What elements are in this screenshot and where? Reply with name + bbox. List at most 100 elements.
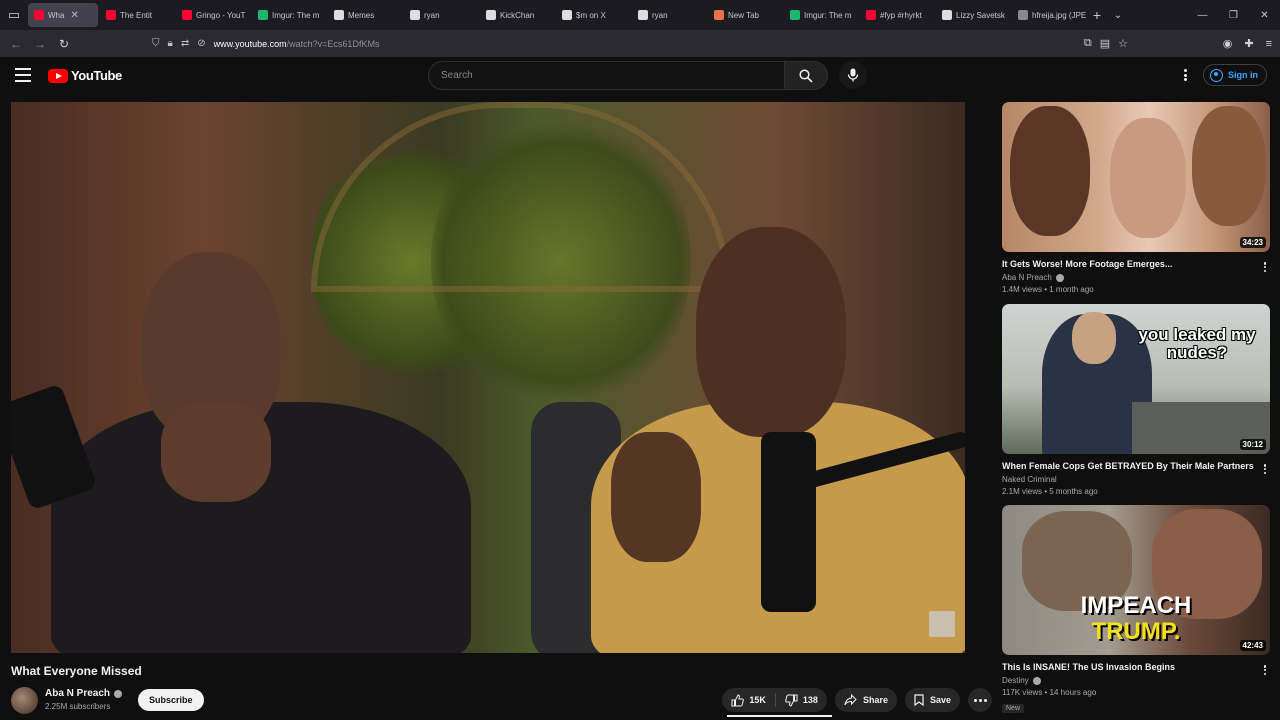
back-icon[interactable]: ← (4, 32, 28, 56)
picture-in-picture-icon[interactable]: ⧉ (1084, 37, 1092, 50)
browser-tab[interactable]: New Tab (708, 3, 782, 27)
video-person-right-hand (611, 432, 701, 562)
voice-search-button[interactable] (839, 61, 867, 89)
autoplay-blocked-icon[interactable]: ⊘ (197, 38, 205, 49)
recommendation-channel-row: Destiny (1002, 676, 1270, 685)
like-count: 15K (749, 695, 766, 705)
tracking-protection-icon[interactable]: ⛉ (152, 38, 160, 49)
close-tab-icon[interactable]: ✕ (70, 10, 78, 21)
recommendation-item[interactable]: 34:23 It Gets Worse! More Footage Emerge… (1002, 102, 1270, 294)
reader-view-icon[interactable]: ▤ (1100, 37, 1110, 50)
browser-tab[interactable]: Wha ✕ (28, 3, 98, 27)
recommendation-thumbnail[interactable]: you leaked my nudes? 30:12 (1002, 304, 1270, 454)
browser-tab[interactable]: KickChan (480, 3, 554, 27)
search-button[interactable] (785, 61, 828, 90)
search-icon (799, 68, 813, 83)
lock-icon[interactable]: 🔒︎ (168, 38, 173, 49)
tab-favicon-icon (638, 10, 648, 20)
thumb-officer-head (1072, 312, 1116, 364)
video-duration: 34:23 (1239, 237, 1266, 248)
browser-tab[interactable]: ryan (632, 3, 706, 27)
channel-name-row[interactable]: Aba N Preach (45, 688, 123, 699)
channel-avatar[interactable] (11, 687, 38, 714)
channel-watermark[interactable] (929, 611, 955, 637)
youtube-logo[interactable]: YouTube (48, 68, 122, 83)
guide-menu-icon[interactable] (15, 68, 31, 82)
address-bar[interactable]: ⛉ 🔒︎ ⇄ ⊘ www.youtube.com/watch?v=Ecs61Df… (152, 33, 1132, 54)
recommendation-item[interactable]: IMPEACH TRUMP. 42:43 This Is INSANE! The… (1002, 505, 1270, 715)
forward-icon[interactable]: → (28, 32, 52, 56)
browser-tab[interactable]: Imgur: The m (784, 3, 858, 27)
thumb-caption: you leaked my nudes? (1138, 325, 1256, 362)
recommendation-more-icon[interactable] (1260, 462, 1270, 476)
microphone-icon (847, 68, 859, 82)
tab-overview-icon[interactable]: ▭ (0, 0, 28, 30)
recommendation-more-icon[interactable] (1260, 260, 1270, 274)
thumb-caption-line-2: TRUMP. (1091, 618, 1181, 645)
more-actions-button[interactable] (968, 688, 992, 712)
restore-icon[interactable]: ❐ (1218, 0, 1249, 30)
bookmark-star-icon[interactable]: ☆ (1118, 37, 1128, 50)
recommendation-item[interactable]: you leaked my nudes? 30:12 When Female C… (1002, 304, 1270, 496)
recommendation-title[interactable]: This Is INSANE! The US Invasion Begins (1002, 662, 1270, 672)
recommendation-channel[interactable]: Destiny (1002, 676, 1029, 685)
tab-label: #fyp #rhyrkt (880, 10, 922, 20)
recommendation-title[interactable]: When Female Cops Get BETRAYED By Their M… (1002, 461, 1270, 471)
youtube-play-icon (48, 68, 68, 83)
save-label: Save (929, 695, 951, 705)
browser-tab[interactable]: Lizzy Savetsk (936, 3, 1010, 27)
tab-label: New Tab (728, 10, 759, 20)
tab-label: ryan (652, 10, 668, 20)
app-menu-icon[interactable]: ≡ (1266, 38, 1272, 50)
sign-in-button[interactable]: Sign in (1203, 64, 1267, 86)
subscribe-button[interactable]: Subscribe (138, 689, 204, 711)
recommendation-title[interactable]: It Gets Worse! More Footage Emerges... (1002, 259, 1270, 269)
browser-tab[interactable]: ryan (404, 3, 478, 27)
tab-label: hfreija.jpg (JPEG (1032, 10, 1086, 20)
browser-tab[interactable]: Gringo - YouT (176, 3, 250, 27)
channel-name[interactable]: Aba N Preach (45, 688, 110, 699)
video-title: What Everyone Missed (11, 664, 142, 678)
browser-tab[interactable]: $m on X (556, 3, 630, 27)
recommendation-channel[interactable]: Aba N Preach (1002, 273, 1052, 282)
list-all-tabs-button[interactable]: ⌄ (1108, 10, 1128, 21)
tab-favicon-icon (258, 10, 268, 20)
recommendation-more-icon[interactable] (1260, 663, 1270, 677)
search-input[interactable] (428, 61, 785, 90)
tab-label: KickChan (500, 10, 535, 20)
account-icon[interactable]: ◉ (1223, 37, 1233, 50)
like-button[interactable]: 15K (722, 693, 775, 707)
user-circle-icon (1210, 68, 1223, 82)
thumbs-down-icon (785, 694, 798, 707)
tab-label: Imgur: The m (804, 10, 852, 20)
browser-tab[interactable]: Imgur: The m (252, 3, 326, 27)
thumb-caption-line-1: IMPEACH (1080, 592, 1192, 619)
video-player[interactable] (11, 102, 965, 653)
thumbs-up-icon (731, 693, 745, 706)
save-button[interactable]: Save (904, 688, 960, 712)
extensions-icon[interactable]: ✚ (1244, 37, 1253, 50)
browser-tab[interactable]: Memes (328, 3, 402, 27)
verified-badge-icon (1055, 273, 1064, 282)
browser-tab[interactable]: #fyp #rhyrkt (860, 3, 934, 27)
dislike-button[interactable]: 138 (776, 694, 827, 707)
new-tab-button[interactable]: + (1086, 7, 1108, 23)
tab-label: Wha (48, 10, 65, 20)
address-bar-actions: ⧉ ▤ ☆ (1084, 30, 1128, 57)
recommendation-channel[interactable]: Naked Criminal (1002, 475, 1057, 484)
tab-label: Imgur: The m (272, 10, 320, 20)
minimize-icon[interactable]: — (1187, 0, 1218, 30)
recommendation-channel-row: Aba N Preach (1002, 273, 1270, 282)
browser-tab[interactable]: The Entit (100, 3, 174, 27)
close-window-icon[interactable]: ✕ (1249, 0, 1280, 30)
settings-more-icon[interactable] (1177, 67, 1193, 83)
browser-tab[interactable]: hfreija.jpg (JPEG (1012, 3, 1086, 27)
recommendation-thumbnail[interactable]: 34:23 (1002, 102, 1270, 252)
share-button[interactable]: Share (834, 688, 897, 712)
recommendation-thumbnail[interactable]: IMPEACH TRUMP. 42:43 (1002, 505, 1270, 655)
permissions-icon[interactable]: ⇄ (181, 38, 189, 49)
video-duration: 42:43 (1239, 640, 1266, 651)
recommendation-meta: 2.1M views • 5 months ago (1002, 487, 1098, 496)
reload-icon[interactable]: ↻ (52, 32, 76, 56)
tab-favicon-icon (1018, 10, 1028, 20)
